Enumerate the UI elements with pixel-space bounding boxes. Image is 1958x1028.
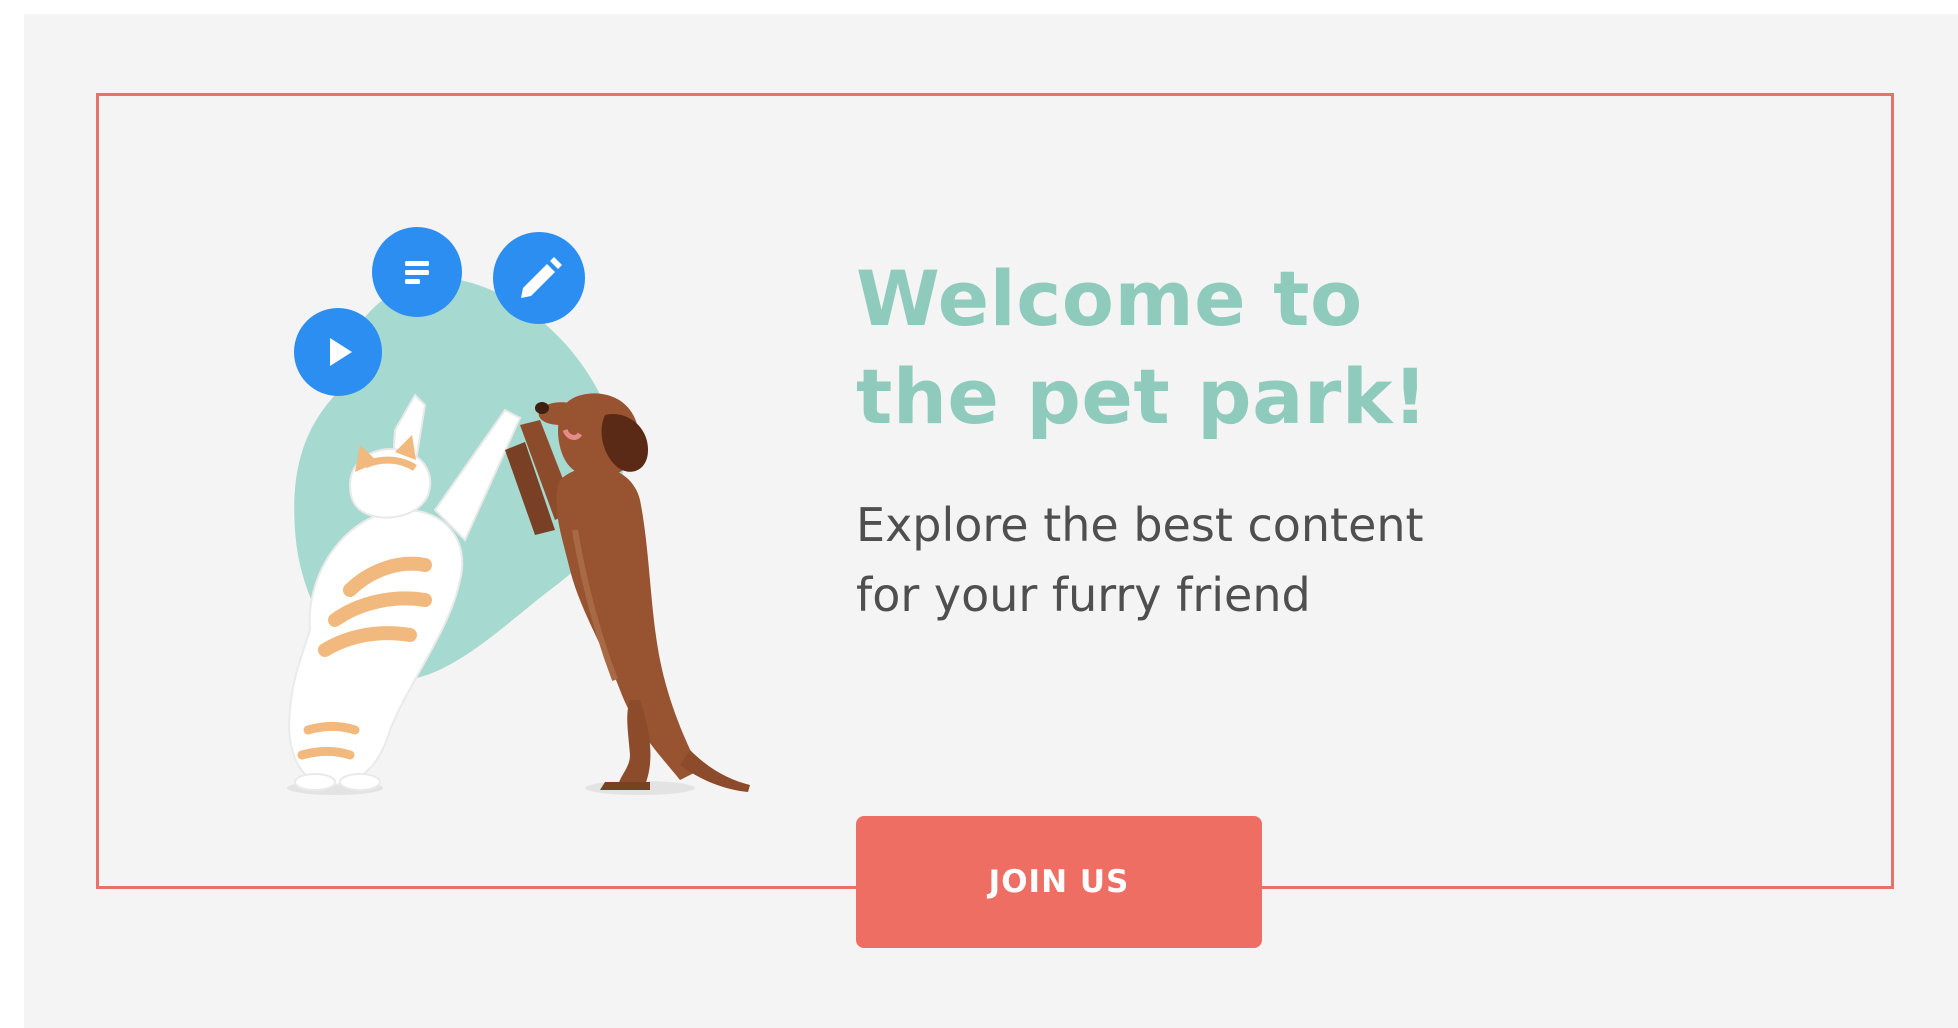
edit-button[interactable] bbox=[493, 232, 585, 324]
subtitle-line-1: Explore the best content bbox=[856, 498, 1424, 552]
play-button[interactable] bbox=[294, 308, 382, 396]
text-lines-icon bbox=[405, 261, 429, 284]
headline-line-2: the pet park! bbox=[856, 352, 1429, 441]
subtitle-line-2: for your furry friend bbox=[856, 568, 1311, 622]
play-icon bbox=[330, 338, 352, 366]
document-button[interactable] bbox=[372, 227, 462, 317]
pencil-icon bbox=[521, 257, 562, 298]
headline-line-1: Welcome to bbox=[856, 254, 1363, 343]
page-title: Welcome to the pet park! bbox=[856, 250, 1576, 446]
join-us-button[interactable]: JOIN US bbox=[856, 816, 1262, 948]
pet-illustration bbox=[230, 210, 800, 810]
page-subtitle: Explore the best content for your furry … bbox=[856, 490, 1576, 630]
